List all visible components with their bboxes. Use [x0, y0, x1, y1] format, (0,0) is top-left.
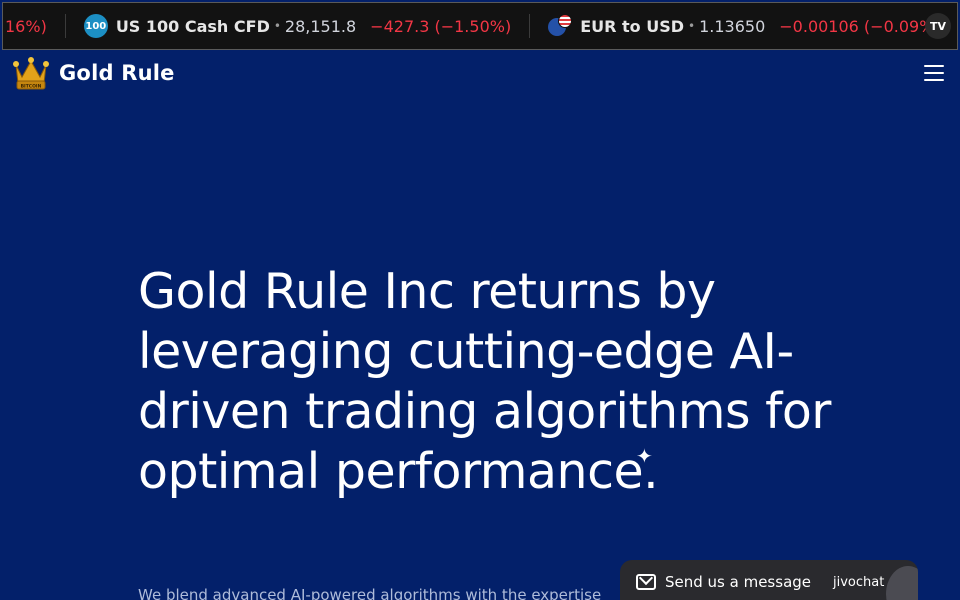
envelope-icon — [636, 574, 656, 590]
us100-badge-icon: 100 — [83, 14, 108, 38]
ticker-bar[interactable]: 16%) 100 US 100 Cash CFD • 28,151.8 −427… — [2, 2, 958, 50]
site-header: BITCOIN Gold Rule — [0, 51, 960, 97]
hero-title: Gold Rule Inc returns by leveraging cutt… — [138, 263, 831, 500]
eur-usd-flag-icon — [548, 14, 573, 38]
ticker-dot: • — [273, 19, 281, 33]
ticker-symbol-name: EUR to USD — [580, 16, 685, 36]
hero-subtitle: We blend advanced AI-powered algorithms … — [138, 586, 602, 600]
ticker-symbol-name: US 100 Cash CFD — [115, 16, 270, 36]
ticker-divider — [64, 14, 66, 38]
tradingview-logo-icon[interactable]: TV — [925, 13, 951, 39]
ticker-dot: • — [688, 19, 696, 33]
chat-avatar — [886, 566, 918, 600]
ticker-item-eurusd[interactable]: EUR to USD • 1.13650 −0.00106 (−0.09%) — [548, 3, 941, 49]
ticker-change: −427.3 (−1.50%) — [370, 16, 512, 36]
ticker-item-partial[interactable]: 16%) — [3, 3, 47, 49]
ticker-price: 1.13650 — [699, 16, 766, 36]
ticker-item-us100[interactable]: 100 US 100 Cash CFD • 28,151.8 −427.3 (−… — [83, 3, 512, 49]
chat-widget-button[interactable]: Send us a message jivochat — [620, 560, 918, 600]
brand-name: Gold Rule — [59, 61, 175, 85]
jivochat-logo: jivochat — [833, 574, 885, 590]
ticker-divider — [529, 14, 531, 38]
ticker-price: 28,151.8 — [284, 16, 357, 36]
ticker-track: 16%) 100 US 100 Cash CFD • 28,151.8 −427… — [3, 3, 941, 49]
hamburger-menu-icon[interactable] — [924, 65, 944, 83]
svg-text:BITCOIN: BITCOIN — [21, 84, 42, 90]
ticker-change: −0.00106 (−0.09%) — [779, 16, 941, 36]
ticker-change: 16%) — [5, 16, 47, 36]
site-logo[interactable]: BITCOIN Gold Rule — [12, 55, 175, 91]
sparkle-icon: ✦ — [636, 444, 653, 468]
crown-icon: BITCOIN — [12, 55, 50, 91]
chat-label: Send us a message — [665, 573, 812, 591]
